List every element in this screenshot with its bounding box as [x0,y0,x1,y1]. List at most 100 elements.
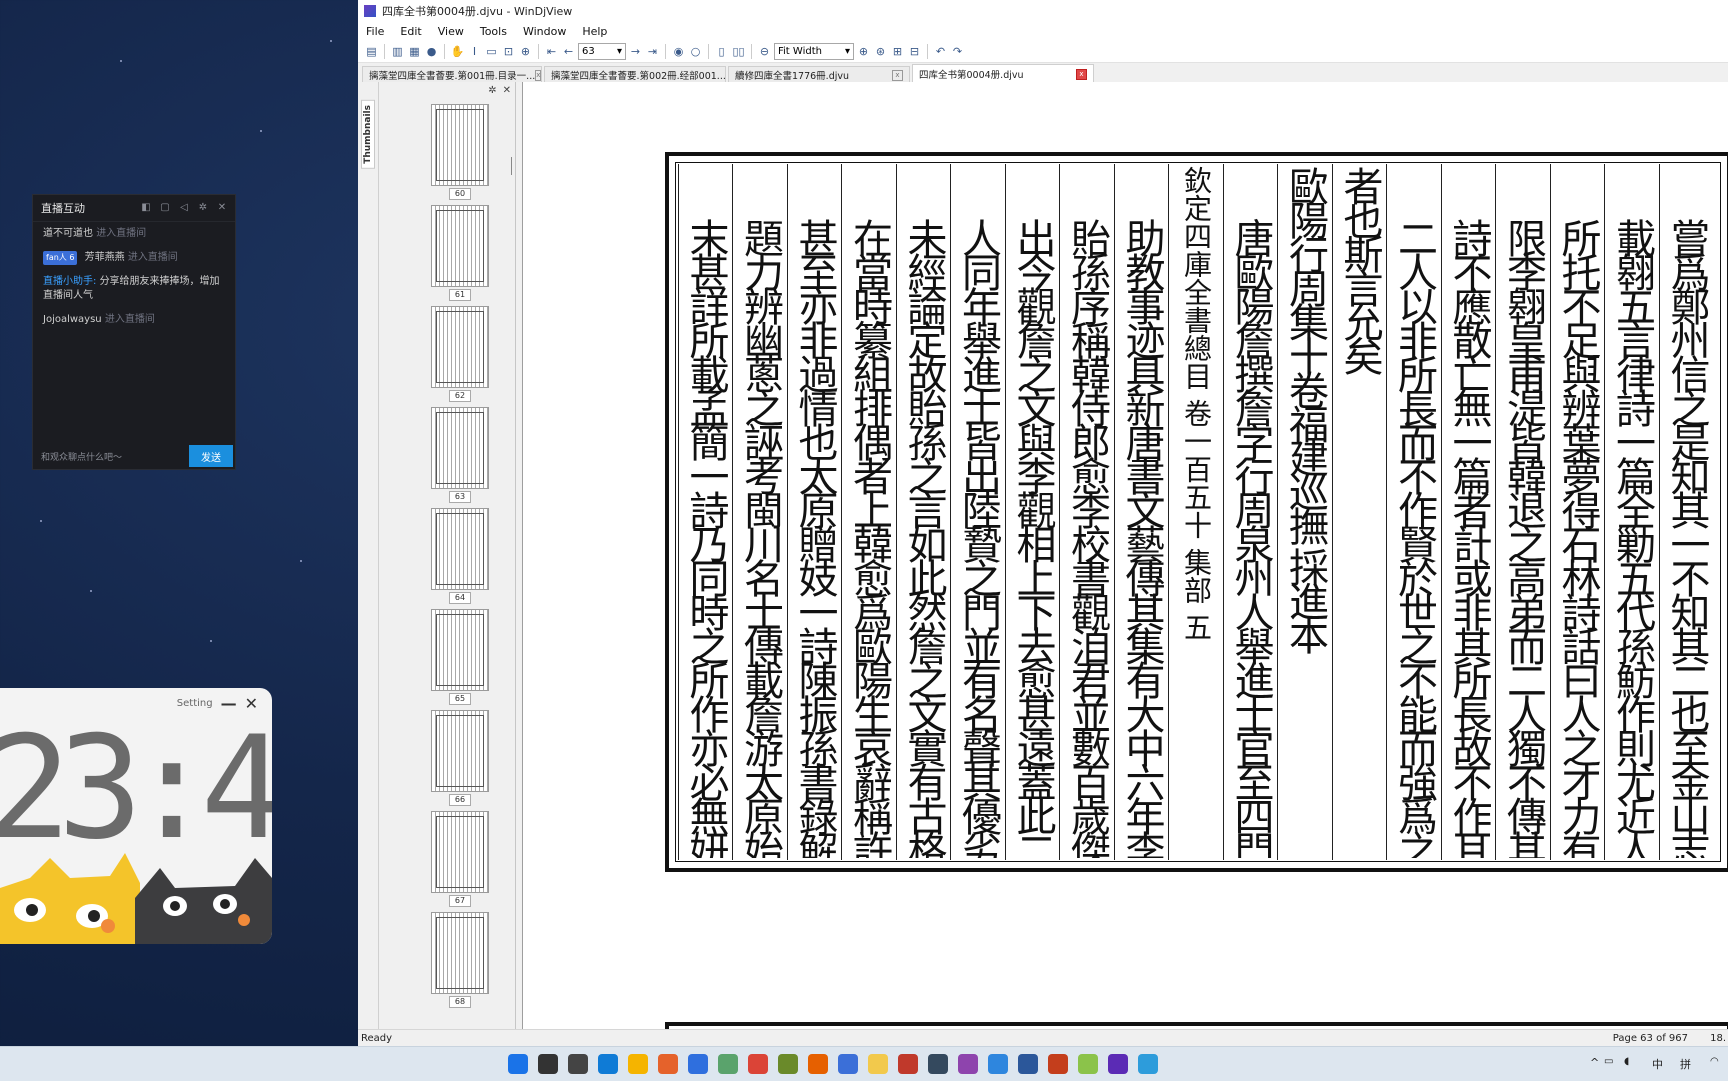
page-thumbnail[interactable] [431,104,489,186]
close-tab-icon[interactable]: x [1076,69,1087,80]
page-thumbnail[interactable] [431,205,489,287]
page-thumbnail[interactable] [431,306,489,388]
pin-icon[interactable]: ✲ [488,85,496,96]
zoom-rect-icon[interactable]: ⊡ [501,44,516,59]
thumbnails-tab[interactable]: Thumbnails [361,100,375,169]
close-icon[interactable]: ✕ [503,85,511,96]
menu-help[interactable]: Help [574,25,615,38]
find-icon[interactable]: ▦ [407,44,422,59]
notepad-icon[interactable] [718,1054,738,1074]
doc-tab[interactable]: 摛藻堂四庫全書薈要.第001冊.目录一...x [362,66,542,83]
menu-view[interactable]: View [430,25,472,38]
page-thumbnail[interactable] [431,609,489,691]
app5-icon[interactable] [1138,1054,1158,1074]
info-icon[interactable]: ● [424,44,439,59]
search-app-icon[interactable] [658,1054,678,1074]
fan-badge: fan人 6 [43,251,77,265]
menu-edit[interactable]: Edit [392,25,429,38]
file-explorer-icon[interactable] [628,1054,648,1074]
document-viewer[interactable]: 嘗爲鄭州信之是知其一不知其二也至金山志載翱五言律詩一篇全勦五代孫魴作則尤近人所托… [523,82,1728,1030]
back-icon[interactable]: ◉ [671,44,686,59]
open-icon[interactable]: ▤ [364,44,379,59]
send-button[interactable]: 发送 [189,445,233,467]
prev-page-icon[interactable]: ← [561,44,576,59]
menu-tools[interactable]: Tools [472,25,515,38]
document-page: 嘗爲鄭州信之是知其一不知其二也至金山志載翱五言律詩一篇全勦五代孫魴作則尤近人所托… [665,152,1728,872]
print-icon[interactable]: ▥ [390,44,405,59]
lock-icon[interactable]: ▢ [160,203,170,213]
close-tab-icon[interactable]: x [892,70,903,81]
mic-icon[interactable]: ◧ [141,203,151,213]
dx-icon[interactable] [898,1054,918,1074]
input-method-pinyin[interactable]: 拼 [1680,1056,1691,1072]
page-thumbnail[interactable] [431,912,489,994]
app2-icon[interactable] [928,1054,948,1074]
thumbnails-scrollbar[interactable] [511,157,512,175]
next-page-icon[interactable]: → [628,44,643,59]
chat-input[interactable]: 和观众聊点什么吧～ [33,450,189,463]
menu-bar: File Edit View Tools Window Help [358,22,1728,40]
toolbar-separator [665,44,666,59]
pane-splitter[interactable] [516,82,523,1030]
close-icon[interactable]: ✕ [217,203,227,213]
photos-icon[interactable] [958,1054,978,1074]
speaker-icon[interactable]: ◁ [179,203,189,213]
thumbnail-page-number: 67 [449,895,471,907]
single-page-icon[interactable]: ▯ [714,44,729,59]
app-icon[interactable] [778,1054,798,1074]
page-thumbnail[interactable] [431,710,489,792]
text-column: 二人以非所長而不作賢於世之不能而強爲之 [1390,218,1438,858]
doc-tab[interactable]: 摛藻堂四庫全書薈要.第002冊.经部001...x [544,66,726,83]
zoom-out-icon[interactable]: ⊖ [757,44,772,59]
fit-page-icon[interactable]: ⊛ [873,44,888,59]
rect-select-icon[interactable]: ▭ [484,44,499,59]
clock-widget: Setting — ✕ 23:42 [0,688,272,944]
input-method-zh[interactable]: 中 [1652,1056,1663,1072]
first-page-icon[interactable]: ⇤ [544,44,559,59]
actual-size-icon[interactable]: ⊞ [890,44,905,59]
edge-icon[interactable] [598,1054,618,1074]
last-page-icon[interactable]: ⇥ [645,44,660,59]
app3-icon[interactable] [988,1054,1008,1074]
close-tab-icon[interactable]: x [535,70,541,81]
chat-text: 进入直播间 [96,228,146,239]
store-icon[interactable] [838,1054,858,1074]
page-thumbnail[interactable] [431,407,489,489]
windjview-icon[interactable] [1108,1054,1128,1074]
page-number-box[interactable]: 63▾ [578,43,626,60]
tray-overflow-icon[interactable]: ^ [1590,1056,1599,1069]
text-column: 未經論定故貽孫之言如此然詹之文實有古格 [900,218,948,858]
doc-tab-active[interactable]: 四库全书第0004册.djvux [912,64,1094,83]
facing-pages-icon[interactable]: ▯▯ [731,44,746,59]
zoom-in-tool-icon[interactable]: ⊕ [518,44,533,59]
microphone-icon[interactable]: ◖ [1624,1056,1629,1067]
wifi-icon[interactable]: ◠ [1710,1056,1719,1067]
task-view-icon[interactable] [568,1054,588,1074]
powerpoint-icon[interactable] [1048,1054,1068,1074]
hand-tool-icon[interactable]: ✋ [450,44,465,59]
firefox-icon[interactable] [808,1054,828,1074]
forward-icon[interactable]: ○ [688,44,703,59]
word-icon[interactable] [1018,1054,1038,1074]
text-select-icon[interactable]: Ⅰ [467,44,482,59]
zoom-in-icon[interactable]: ⊕ [856,44,871,59]
chat-message: fan人 6 芳菲燕燕 进入直播间 [33,246,235,270]
chat-icon[interactable] [688,1054,708,1074]
rotate-right-icon[interactable]: ↷ [950,44,965,59]
page-thumbnail[interactable] [431,508,489,590]
rotate-left-icon[interactable]: ↶ [933,44,948,59]
zoom-combo[interactable]: Fit Width▾ [774,43,854,60]
network-icon[interactable]: ▭ [1604,1056,1613,1067]
status-bar: Ready Page 63 of 967 18. [358,1029,1728,1046]
menu-file[interactable]: File [358,25,392,38]
start-icon[interactable] [508,1054,528,1074]
fit-width-icon[interactable]: ⊟ [907,44,922,59]
notes-icon[interactable] [868,1054,888,1074]
gear-icon[interactable]: ✲ [198,203,208,213]
chrome-icon[interactable] [748,1054,768,1074]
search-icon[interactable] [538,1054,558,1074]
app4-icon[interactable] [1078,1054,1098,1074]
doc-tab[interactable]: 續修四庫全書1776冊.djvux [728,66,910,83]
menu-window[interactable]: Window [515,25,574,38]
page-thumbnail[interactable] [431,811,489,893]
